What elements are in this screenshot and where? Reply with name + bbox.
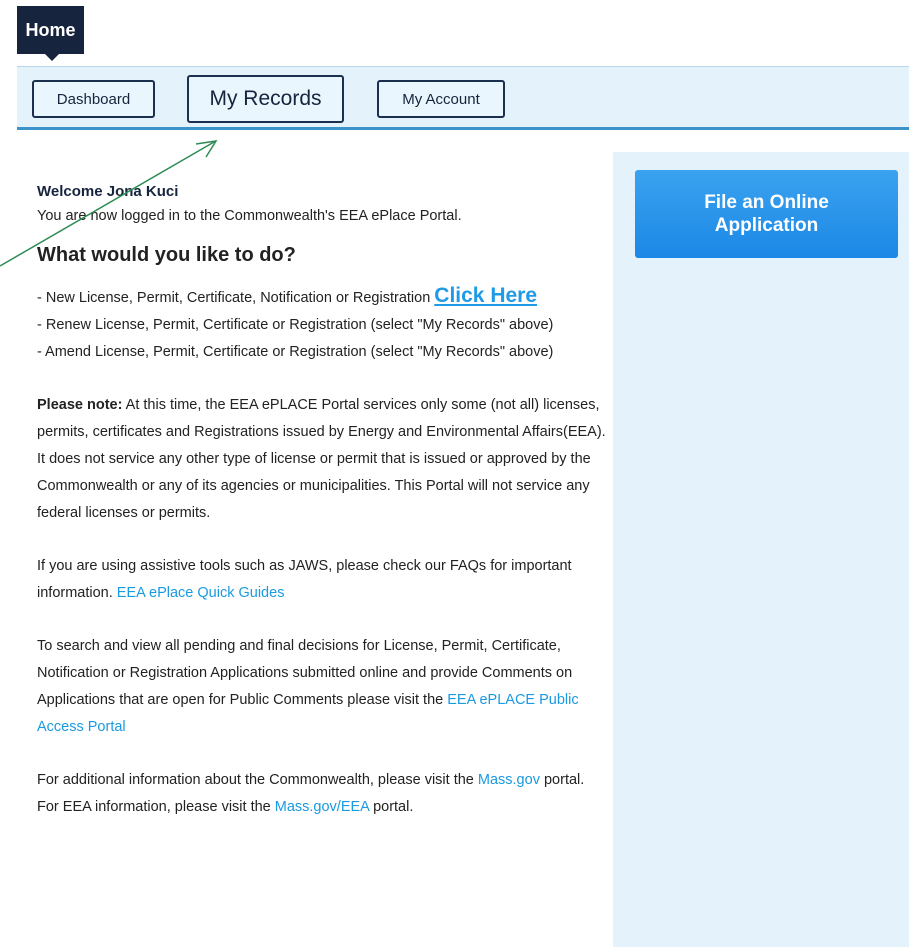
my-records-button[interactable]: My Records xyxy=(187,75,344,123)
option-new-text: - New License, Permit, Certificate, Noti… xyxy=(37,290,431,306)
option-amend: - Amend License, Permit, Certificate or … xyxy=(37,344,554,360)
top-nav-bar: Dashboard My Records My Account xyxy=(17,66,909,130)
additional-info-paragraph: For additional information about the Com… xyxy=(37,767,607,821)
quick-guides-link[interactable]: EEA ePlace Quick Guides xyxy=(117,585,285,601)
please-note-label: Please note: xyxy=(37,397,123,413)
logged-in-message: You are now logged in to the Commonwealt… xyxy=(37,208,462,224)
dashboard-button[interactable]: Dashboard xyxy=(32,80,155,118)
main-content-panel: Welcome Jona Kuci You are now logged in … xyxy=(17,152,613,947)
what-to-do-heading: What would you like to do? xyxy=(37,244,296,266)
file-online-application-button[interactable]: File an Online Application xyxy=(635,170,898,258)
mass-gov-eea-link[interactable]: Mass.gov/EEA xyxy=(275,799,369,815)
please-note-paragraph: Please note: At this time, the EEA ePLAC… xyxy=(37,392,607,527)
home-tab[interactable]: Home xyxy=(17,6,84,61)
eea-info-suffix: portal. xyxy=(369,799,414,815)
assistive-paragraph: If you are using assistive tools such as… xyxy=(37,553,607,607)
welcome-heading: Welcome Jona Kuci xyxy=(37,183,179,200)
click-here-link[interactable]: Click Here xyxy=(434,284,537,307)
mass-gov-link[interactable]: Mass.gov xyxy=(478,772,540,788)
option-renew: - Renew License, Permit, Certificate or … xyxy=(37,317,554,333)
mass-gov-text: For additional information about the Com… xyxy=(37,772,478,788)
mass-gov-suffix: portal. xyxy=(539,772,585,788)
please-note-text: At this time, the EEA ePLACE Portal serv… xyxy=(37,397,606,521)
right-sidebar: File an Online Application xyxy=(613,152,909,947)
eea-info-text: For EEA information, please visit the xyxy=(37,799,275,815)
my-account-button[interactable]: My Account xyxy=(377,80,505,118)
search-paragraph: To search and view all pending and final… xyxy=(37,633,607,741)
option-new: - New License, Permit, Certificate, Noti… xyxy=(37,282,607,312)
